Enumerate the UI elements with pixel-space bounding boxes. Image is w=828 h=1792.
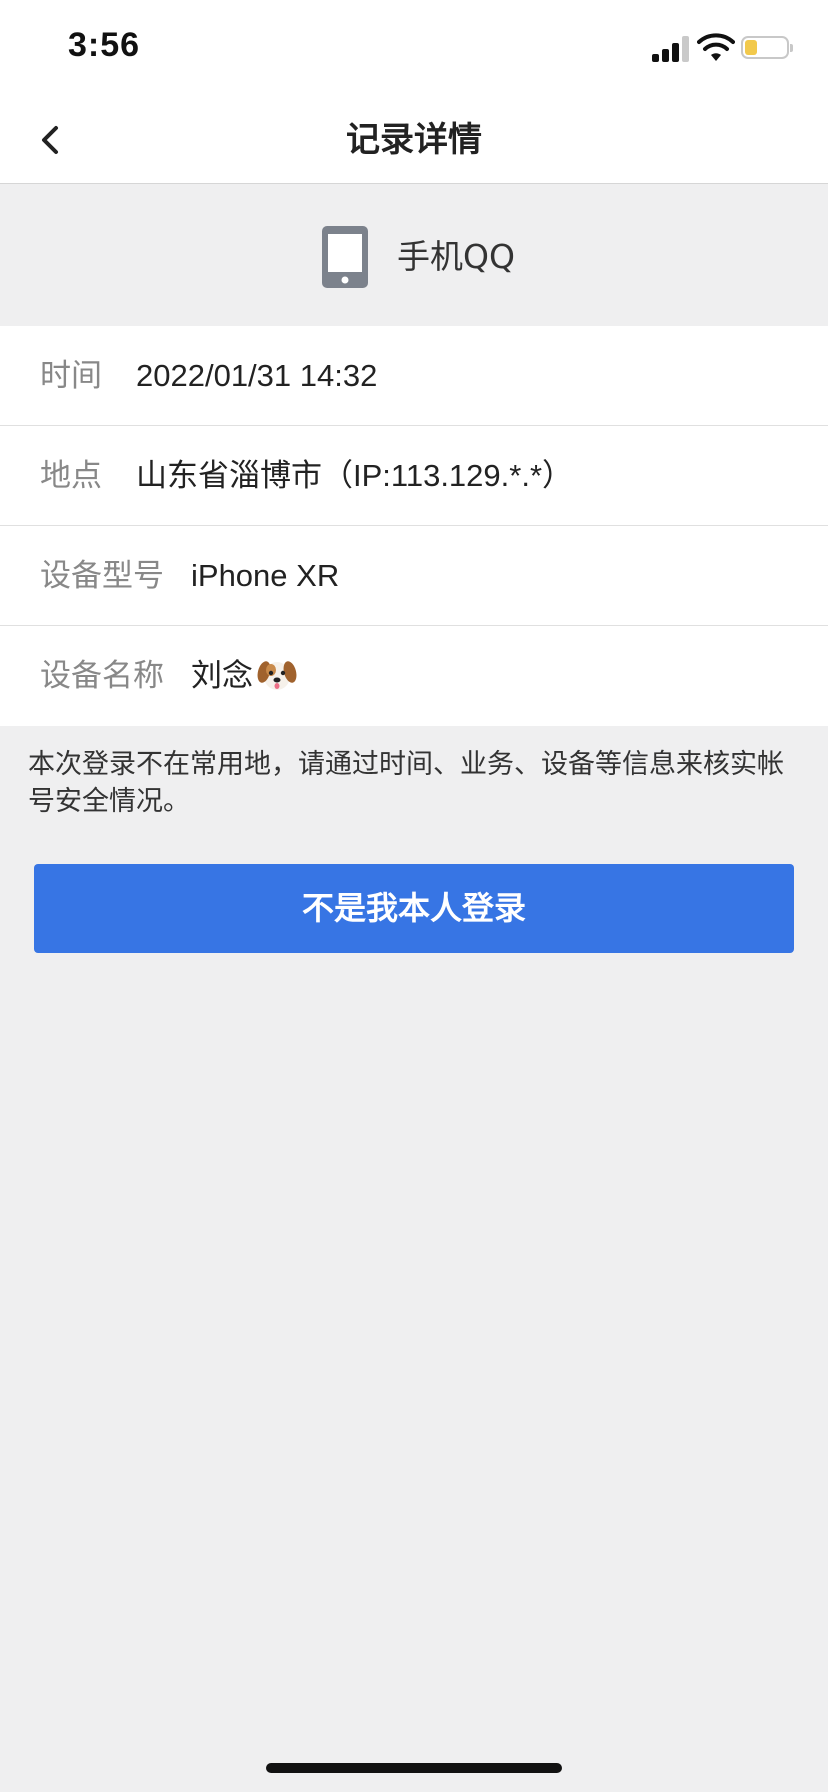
wifi-icon: [697, 33, 735, 61]
not-me-login-button[interactable]: 不是我本人登录: [34, 864, 794, 953]
time-value: 2022/01/31 14:32: [136, 358, 378, 393]
battery-icon: [741, 36, 793, 59]
home-indicator: [266, 1763, 562, 1773]
location-value: 山东省淄博市（IP:113.129.*.*）: [136, 458, 574, 493]
page-title: 记录详情: [346, 120, 482, 160]
device-name-value: 刘念: [191, 626, 297, 726]
chevron-left-icon: [42, 126, 58, 154]
detail-row-time: 时间 2022/01/31 14:32: [0, 326, 828, 426]
device-model-value: iPhone XR: [191, 558, 340, 593]
app-header: 手机QQ: [0, 184, 828, 326]
detail-row-device-name: 设备名称 刘念: [0, 626, 828, 726]
device-name-label: 设备名称: [40, 658, 164, 694]
device-model-label: 设备型号: [40, 558, 164, 594]
location-label: 地点: [40, 458, 102, 494]
app-name: 手机QQ: [397, 237, 515, 276]
back-button[interactable]: [30, 116, 74, 164]
device-name-text: 刘念: [191, 658, 253, 693]
navigation-bar: 记录详情: [0, 96, 828, 184]
signal-icon: [652, 34, 692, 62]
detail-list: 时间 2022/01/31 14:32 地点 山东省淄博市（IP:113.129…: [0, 326, 828, 726]
status-time: 3:56: [68, 26, 141, 64]
detail-row-location: 地点 山东省淄博市（IP:113.129.*.*）: [0, 426, 828, 526]
status-bar: 3:56: [0, 0, 828, 96]
dog-face-icon: [257, 661, 297, 690]
time-label: 时间: [40, 358, 102, 394]
phone-device-icon: [322, 226, 368, 288]
security-notice: 本次登录不在常用地，请通过时间、业务、设备等信息来核实帐号安全情况。: [28, 749, 784, 817]
detail-row-device-model: 设备型号 iPhone XR: [0, 526, 828, 626]
